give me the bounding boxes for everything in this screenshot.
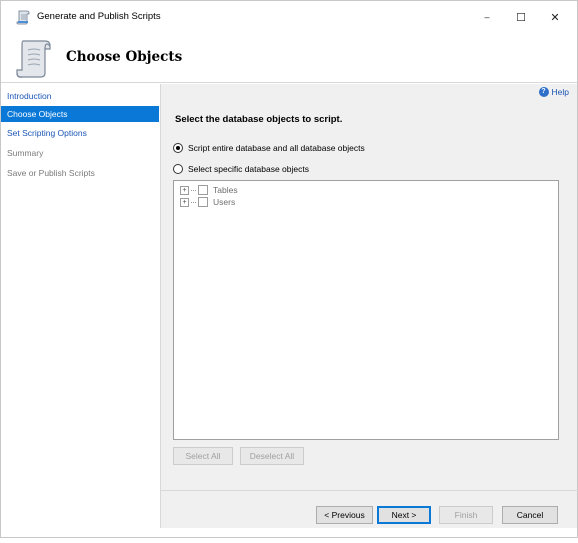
maximize-icon: ☐ bbox=[516, 11, 526, 24]
option-label: Select specific database objects bbox=[188, 164, 309, 174]
next-button[interactable]: Next > bbox=[377, 506, 431, 524]
close-button[interactable]: ✕ bbox=[537, 1, 573, 33]
sidebar-item-save-or-publish: Save or Publish Scripts bbox=[7, 168, 95, 178]
cancel-button[interactable]: Cancel bbox=[502, 506, 558, 524]
footer-separator bbox=[161, 490, 578, 491]
radio-button[interactable] bbox=[173, 164, 183, 174]
dialog-window: Generate and Publish Scripts – ☐ ✕ Choos… bbox=[0, 0, 578, 538]
sidebar-item-choose-objects[interactable]: Choose Objects bbox=[1, 106, 159, 122]
tree-node-label: Users bbox=[213, 197, 236, 207]
tree-node-users[interactable]: + Users bbox=[180, 197, 235, 207]
option-label: Script entire database and all database … bbox=[188, 143, 365, 153]
maximize-button[interactable]: ☐ bbox=[503, 1, 539, 33]
option-script-entire-database[interactable]: Script entire database and all database … bbox=[173, 143, 365, 153]
sidebar-item-introduction[interactable]: Introduction bbox=[1, 88, 159, 104]
tree-checkbox[interactable] bbox=[198, 197, 208, 207]
tree-node-label: Tables bbox=[213, 185, 238, 195]
object-tree[interactable]: + Tables + Users bbox=[173, 180, 559, 440]
page-title: Choose Objects bbox=[66, 49, 183, 65]
help-link[interactable]: ? Help bbox=[538, 87, 569, 97]
section-heading: Select the database objects to script. bbox=[175, 114, 343, 125]
wizard-step-list: Introduction Choose Objects Set Scriptin… bbox=[1, 84, 159, 528]
help-icon: ? bbox=[538, 87, 549, 97]
sidebar-item-summary: Summary bbox=[7, 148, 44, 158]
scroll-icon bbox=[16, 40, 51, 78]
option-select-specific-objects[interactable]: Select specific database objects bbox=[173, 164, 309, 174]
finish-button[interactable]: Finish bbox=[439, 506, 493, 524]
title-bar[interactable]: Generate and Publish Scripts – ☐ ✕ bbox=[1, 1, 577, 33]
page-banner: Choose Objects bbox=[1, 33, 577, 83]
window-title: Generate and Publish Scripts bbox=[37, 11, 161, 22]
tree-connector bbox=[191, 189, 196, 191]
help-label: Help bbox=[551, 87, 569, 97]
scroll-icon bbox=[16, 10, 30, 25]
expand-icon[interactable]: + bbox=[180, 197, 189, 207]
select-all-button[interactable]: Select All bbox=[173, 447, 233, 465]
previous-button[interactable]: < Previous bbox=[316, 506, 373, 524]
minimize-icon: – bbox=[484, 12, 490, 22]
deselect-all-button[interactable]: Deselect All bbox=[240, 447, 304, 465]
minimize-button[interactable]: – bbox=[469, 1, 505, 33]
tree-node-tables[interactable]: + Tables bbox=[180, 185, 238, 195]
tree-connector bbox=[191, 201, 196, 203]
tree-checkbox[interactable] bbox=[198, 185, 208, 195]
expand-icon[interactable]: + bbox=[180, 185, 189, 195]
main-panel: ? Help Select the database objects to sc… bbox=[160, 84, 578, 528]
close-icon: ✕ bbox=[550, 11, 560, 24]
radio-button-checked[interactable] bbox=[173, 143, 183, 153]
sidebar-item-set-scripting-options[interactable]: Set Scripting Options bbox=[1, 125, 159, 141]
